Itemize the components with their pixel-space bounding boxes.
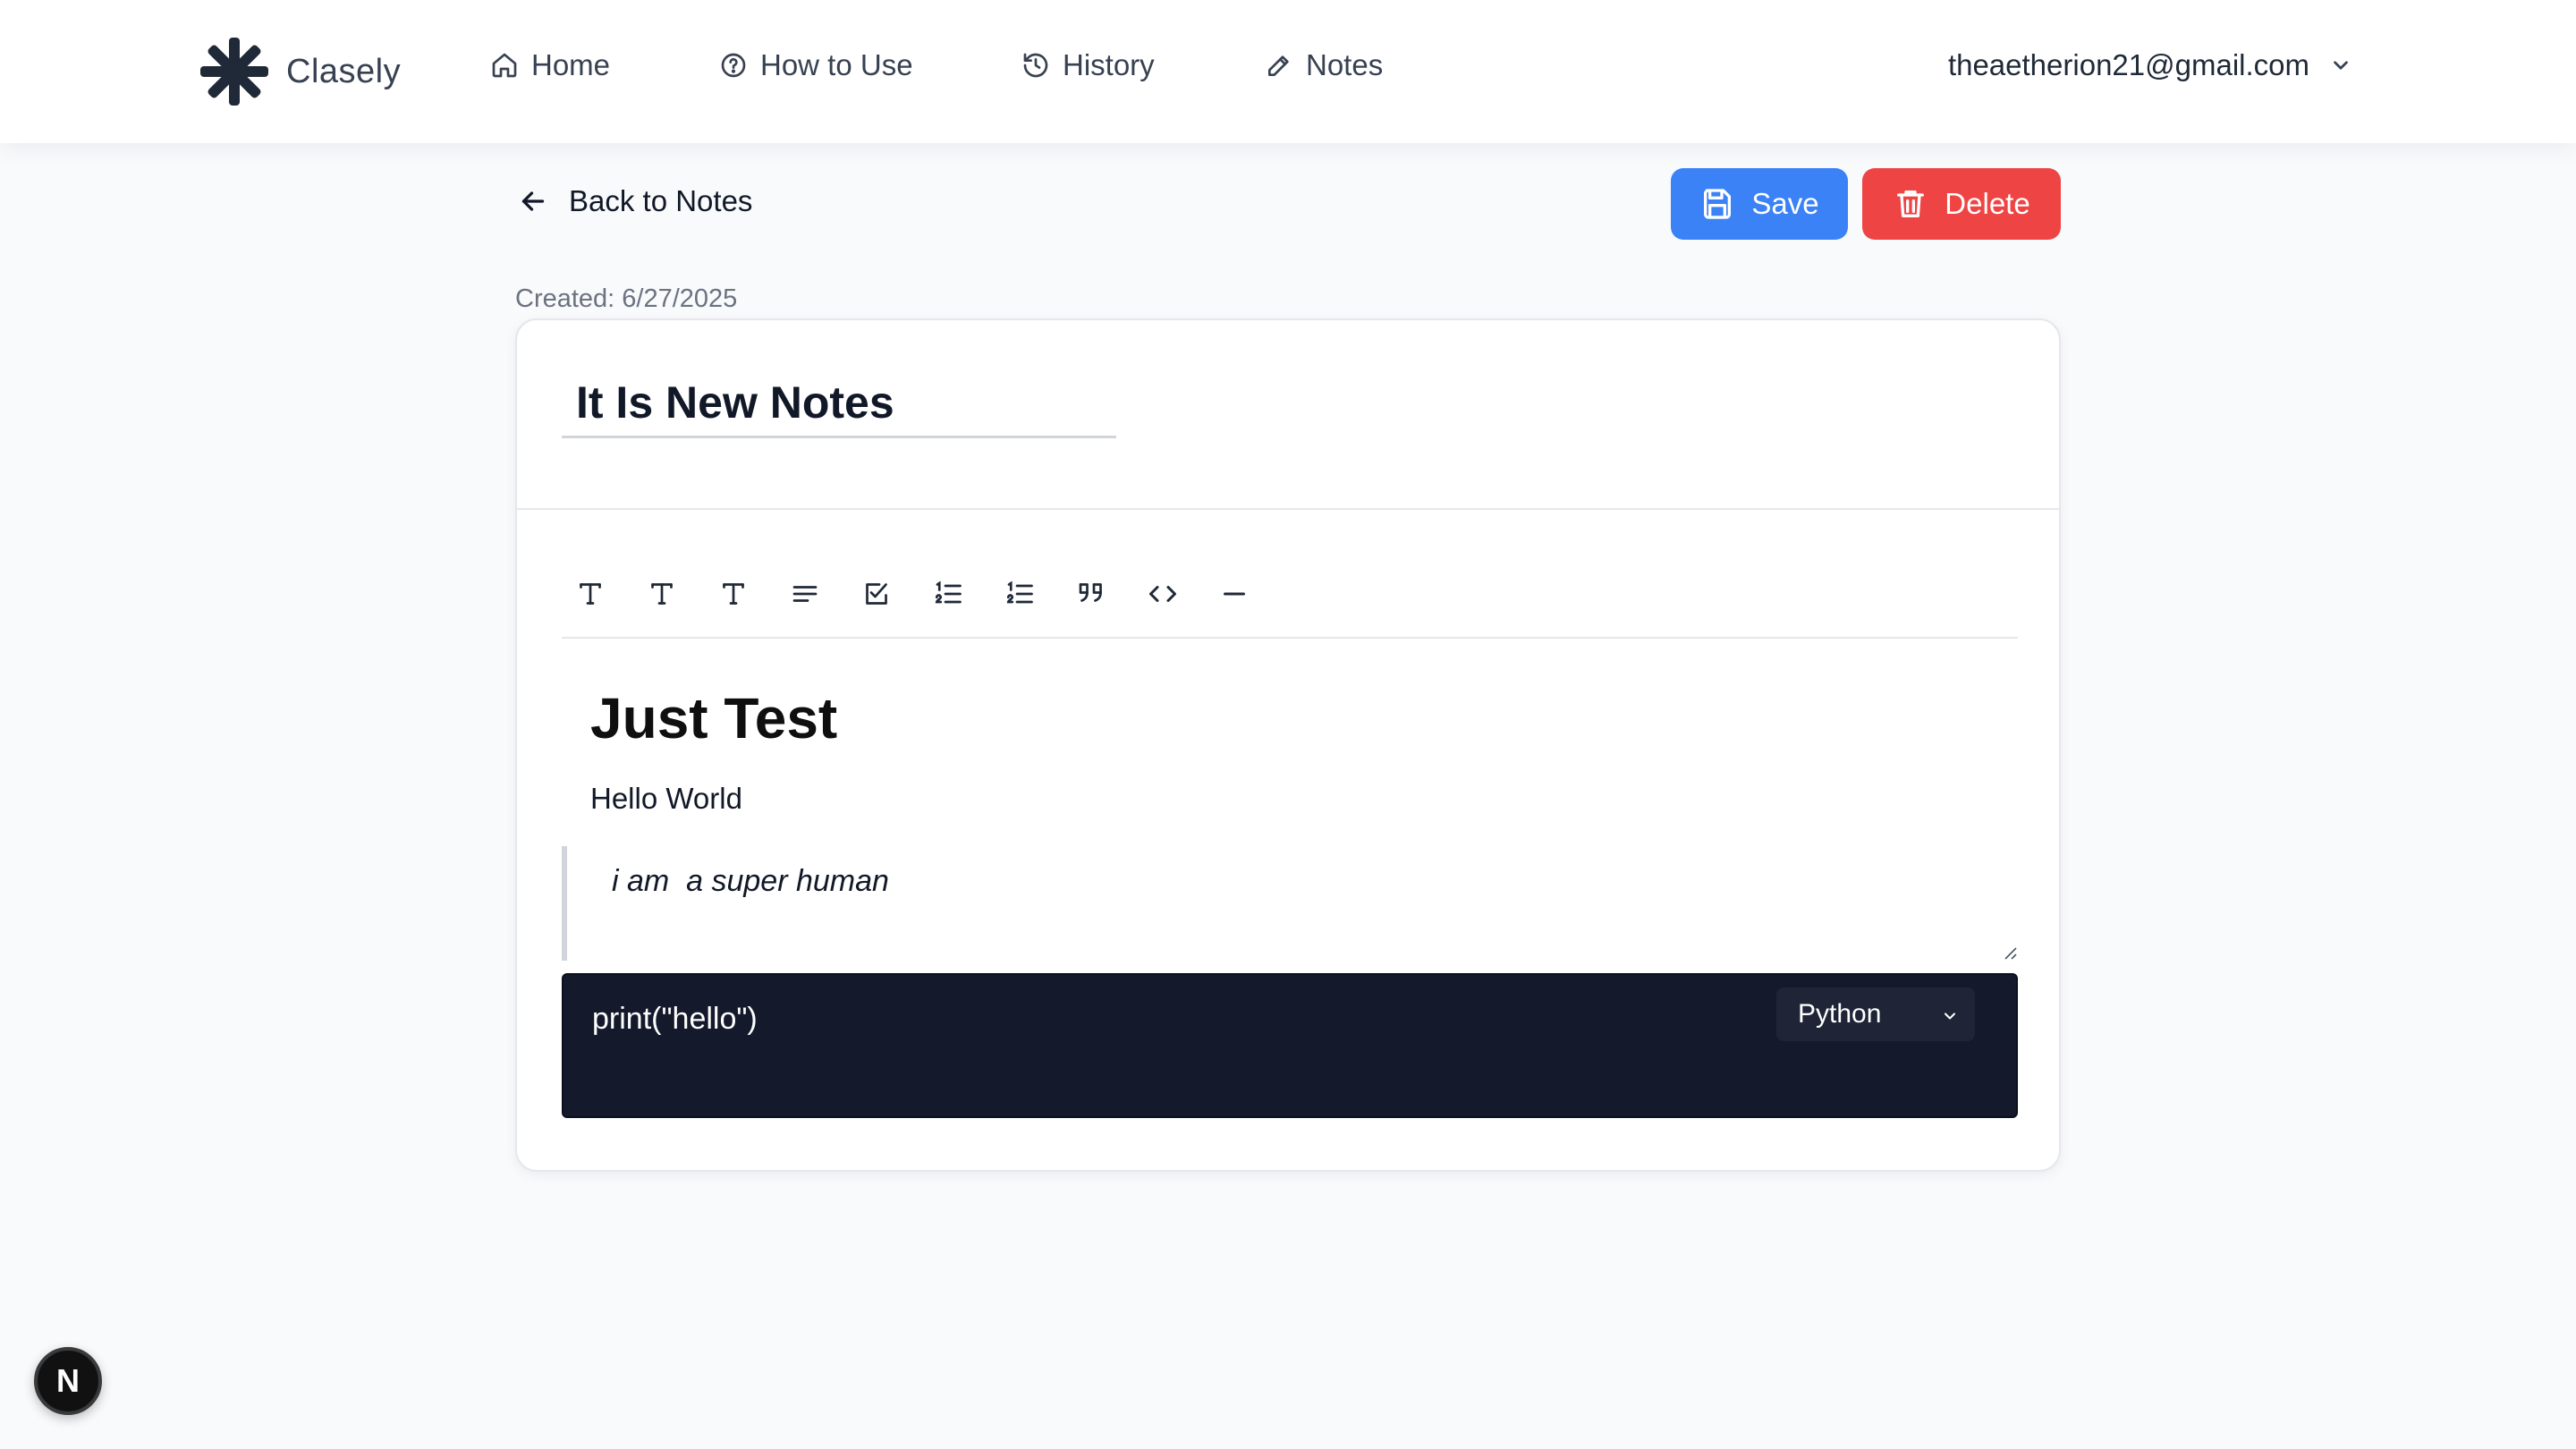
delete-button[interactable]: Delete [1862,168,2061,240]
checklist-button[interactable] [848,565,905,623]
history-icon [1023,53,1048,78]
code-language-value: Python [1798,999,1882,1029]
heading-2-icon [651,583,673,605]
nav-notes[interactable]: Notes [1265,48,1383,82]
save-button-label: Save [1751,187,1819,220]
nav-notes-label: Notes [1306,48,1384,81]
framework-badge-button[interactable]: N [34,1347,102,1415]
created-date: Created: 6/27/2025 [515,284,738,313]
paragraph-button[interactable] [776,565,834,623]
save-button[interactable]: Save [1671,168,1848,240]
quote-icon [1079,583,1102,602]
code-language-select[interactable]: Python [1776,987,1975,1041]
code-block[interactable]: print("hello") Python [562,973,2018,1118]
document-paragraph[interactable]: Hello World [590,782,742,816]
delete-button-label: Delete [1945,187,2030,220]
code-button[interactable] [1134,565,1191,623]
bullet-list-icon [1006,580,1033,604]
card-divider [517,508,2059,510]
back-to-notes-label: Back to Notes [569,184,753,217]
nav-how-to-use-label: How to Use [760,48,913,81]
help-circle-icon [721,53,746,78]
arrow-left-icon [521,191,545,211]
note-title-input[interactable] [562,369,1116,438]
brand[interactable]: Clasely [199,36,401,107]
resize-grip-icon[interactable] [1998,941,2018,961]
editor-toolbar [562,565,2018,639]
note-editor-card: Just Test Hello World i am a super human… [515,318,2061,1172]
quote-button[interactable] [1063,565,1120,623]
back-to-notes-link[interactable]: Back to Notes [517,184,752,218]
quote-text: i am a super human [612,864,889,898]
user-menu[interactable]: theaetherion21@gmail.com [1948,48,2352,82]
paragraph-icon [792,586,818,602]
heading-1-icon [580,583,601,605]
save-icon [1704,189,1732,219]
nav-history[interactable]: History [1021,48,1155,82]
brand-name: Clasely [286,52,402,90]
home-icon [492,53,517,78]
nav-history-label: History [1063,48,1155,81]
code-icon [1149,586,1176,602]
bullet-list-button[interactable] [991,565,1048,623]
user-email: theaetherion21@gmail.com [1947,48,2309,81]
nav-home-label: Home [531,48,611,81]
nav-how-to-use[interactable]: How to Use [719,48,913,82]
chevron-down-icon [2334,61,2348,70]
top-navigation-bar: Clasely Home How to Use History Notes th… [0,0,2576,143]
heading-2-button[interactable] [633,565,691,623]
heading-1-button[interactable] [562,565,619,623]
document-heading[interactable]: Just Test [590,685,837,751]
divider-icon [1224,592,1245,596]
code-text: print("hello") [592,1002,758,1036]
brand-logo-icon [200,38,268,106]
chevron-down-icon [1944,1013,1956,1020]
heading-3-icon [723,583,744,605]
divider-button[interactable] [1206,565,1263,623]
nav-home[interactable]: Home [490,48,610,82]
ordered-list-icon [935,580,962,604]
trash-icon [1897,191,1925,217]
pencil-icon [1268,55,1289,76]
quote-block[interactable]: i am a super human [562,846,2018,961]
checklist-icon [866,583,887,605]
ordered-list-button[interactable] [919,565,977,623]
heading-3-button[interactable] [705,565,762,623]
